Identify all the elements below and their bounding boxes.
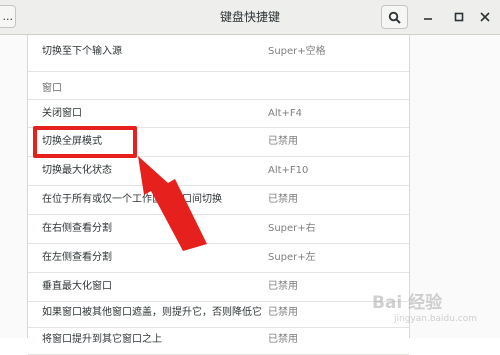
watermark: Bai 经验 jingyan.baidu.com — [372, 284, 500, 338]
watermark-logo: Bai 经验 — [372, 293, 443, 313]
watermark-sub: jingyan.baidu.com — [394, 314, 478, 324]
